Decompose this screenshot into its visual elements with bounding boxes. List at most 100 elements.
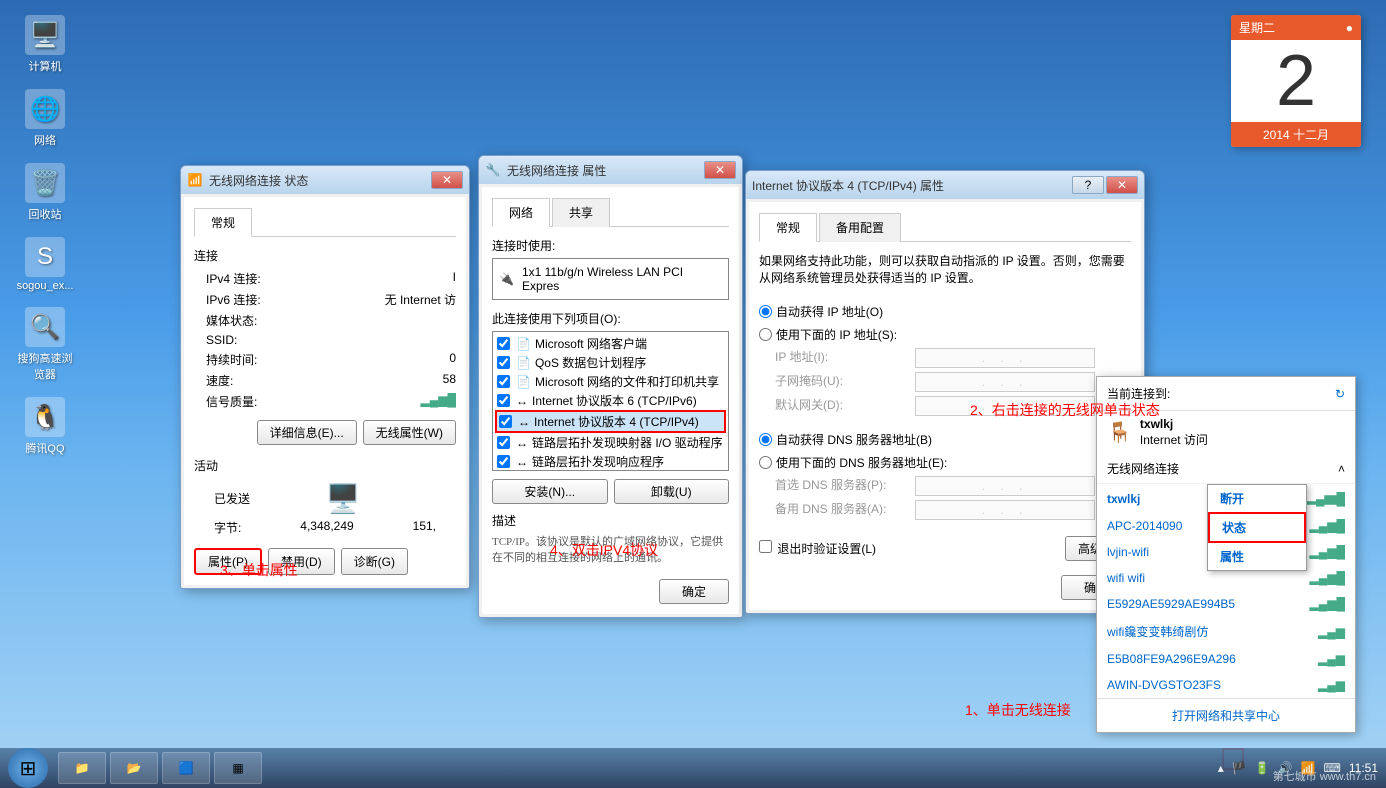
list-item-tcpipv4[interactable]: ↔Internet 协议版本 4 (TCP/IPv4) [495,410,726,433]
desktop-icon-sogou[interactable]: Ssogou_ex... [15,237,75,292]
tab-network[interactable]: 网络 [492,198,550,227]
subnet-mask-input [915,372,1095,392]
calendar-day: 2 [1231,40,1361,122]
list-item[interactable]: 📄Microsoft 网络客户端 [495,334,726,353]
window-title: 无线网络连接 状态 [209,172,431,189]
details-button[interactable]: 详细信息(E)... [257,420,357,445]
adapter-box: 🔌 1x1 11b/g/n Wireless LAN PCI Expres [492,258,729,300]
desktop-icon-recycle[interactable]: 🗑️回收站 [15,163,75,222]
section-activity: 活动 [194,457,456,474]
recycle-bin-icon: 🗑️ [25,163,65,203]
network-item-connected[interactable]: txwlkj 已连接 ▂▄▆█ 断开 状态 属性 [1097,484,1355,513]
network-item[interactable]: AWIN-DVGSTO23FS▂▄▆ [1097,672,1355,698]
tray-flag-icon[interactable]: 🏴 [1232,761,1247,775]
calendar-month-year: 2014 十二月 [1231,122,1361,147]
desktop-icon-computer[interactable]: 🖥️计算机 [15,15,75,74]
window-title: Internet 协议版本 4 (TCP/IPv4) 属性 [752,177,1072,194]
alternate-dns-input [915,500,1095,520]
refresh-icon[interactable]: ↻ [1335,387,1345,401]
context-properties[interactable]: 属性 [1208,543,1306,570]
signal-icon: ▂▄▆█ [1310,519,1345,533]
signal-icon: ▂▄▆█ [1304,492,1345,506]
annotation-1: 1、单击无线连接 [965,700,1071,720]
annotation-2: 2、右击连接的无线网单击状态 [970,400,1160,420]
bench-icon: 🪑 [1107,420,1132,445]
diagnose-button[interactable]: 诊断(G) [341,548,408,575]
titlebar[interactable]: Internet 协议版本 4 (TCP/IPv4) 属性 ? ✕ [746,171,1144,199]
annotation-3: 3、单击属性 [220,560,298,580]
tray-up-icon[interactable]: ▴ [1218,761,1224,775]
taskbar-explorer[interactable]: 📁 [58,752,106,784]
validate-checkbox[interactable] [759,540,772,553]
desktop-icon-network[interactable]: 🌐网络 [15,89,75,148]
start-button[interactable]: ⊞ [8,748,48,788]
list-item[interactable]: 📄QoS 数据包计划程序 [495,353,726,372]
titlebar[interactable]: 📶 无线网络连接 状态 ✕ [181,166,469,194]
tab-general[interactable]: 常规 [194,208,252,237]
signal-icon: ▂▄▆█ [1310,571,1345,585]
radio-manual-dns[interactable] [759,456,772,469]
sogou-icon: S [25,237,65,277]
signal-bars-icon: ▂▄▆█ [306,393,456,410]
close-button[interactable]: ✕ [431,171,463,189]
properties-icon: 🔧 [485,162,501,178]
tab-general[interactable]: 常规 [759,213,817,242]
network-icon: 🌐 [25,89,65,129]
window-title: 无线网络连接 属性 [507,162,704,179]
computer-icon: 🖥️ [25,15,65,55]
calendar-pin-icon: ● [1346,21,1353,35]
annotation-4: 4、双击IPV4协议 [550,540,658,560]
taskbar-app[interactable]: 🟦 [162,752,210,784]
section-connection: 连接 [194,247,456,264]
network-item[interactable]: E5B08FE9A296E9A296▂▄▆ [1097,646,1355,672]
context-disconnect[interactable]: 断开 [1208,485,1306,512]
help-button[interactable]: ? [1072,176,1104,194]
tab-alternate[interactable]: 备用配置 [819,213,901,242]
install-button[interactable]: 安装(N)... [492,479,608,504]
list-item[interactable]: 📄Microsoft 网络的文件和打印机共享 [495,372,726,391]
network-item[interactable]: wifi鑱变变韩绮剧仿▂▄▆ [1097,617,1355,646]
uninstall-button[interactable]: 卸载(U) [614,479,730,504]
signal-icon: ▂▄▆█ [1310,545,1345,559]
watermark: 第七城市 www.th7.cn [1273,768,1376,784]
network-item[interactable]: E5929AE5929AE994B5▂▄▆█ [1097,591,1355,617]
open-network-center-link[interactable]: 打开网络和共享中心 [1172,709,1280,723]
signal-icon: ▂▄▆█ [1310,597,1345,611]
network-list[interactable]: txwlkj 已连接 ▂▄▆█ 断开 状态 属性 APC-2014090▂▄▆█… [1097,484,1355,698]
items-list[interactable]: 📄Microsoft 网络客户端 📄QoS 数据包计划程序 📄Microsoft… [492,331,729,471]
taskbar-app2[interactable]: ▦ [214,752,262,784]
current-network-status: Internet 访问 [1140,431,1208,448]
context-menu: 断开 状态 属性 [1207,484,1307,571]
ip-address-input [915,348,1095,368]
context-status[interactable]: 状态 [1208,512,1306,543]
close-button[interactable]: ✕ [1106,176,1138,194]
calendar-weekday: 星期二 [1239,19,1275,36]
radio-manual-ip[interactable] [759,328,772,341]
signal-icon: ▂▄▆ [1318,625,1345,639]
signal-icon: ▂▄▆ [1318,678,1345,692]
close-button[interactable]: ✕ [704,161,736,179]
wifi-icon: 📶 [187,172,203,188]
wireless-properties-button[interactable]: 无线属性(W) [363,420,456,445]
taskbar-folder[interactable]: 📂 [110,752,158,784]
network-flyout: 当前连接到: ↻ 🪑 txwlkj Internet 访问 无线网络连接 ˄ t… [1096,376,1356,733]
radio-auto-dns[interactable] [759,433,772,446]
titlebar[interactable]: 🔧 无线网络连接 属性 ✕ [479,156,742,184]
tcpip-properties-window: Internet 协议版本 4 (TCP/IPv4) 属性 ? ✕ 常规 备用配… [745,170,1145,614]
tab-sharing[interactable]: 共享 [552,198,610,227]
chevron-up-icon[interactable]: ˄ [1338,462,1345,476]
browser-icon: 🔍 [25,307,65,347]
list-item[interactable]: ↔Internet 协议版本 6 (TCP/IPv6) [495,391,726,410]
ok-button[interactable]: 确定 [659,579,729,604]
desktop-icons: 🖥️计算机 🌐网络 🗑️回收站 Ssogou_ex... 🔍搜狗高速浏览器 🐧腾… [15,15,75,456]
radio-auto-ip[interactable] [759,305,772,318]
activity-icon: 🖥️ [326,482,361,515]
desktop-icon-qq[interactable]: 🐧腾讯QQ [15,397,75,456]
list-item[interactable]: ↔链路层拓扑发现映射器 I/O 驱动程序 [495,433,726,452]
signal-icon: ▂▄▆ [1318,652,1345,666]
list-item[interactable]: ↔链路层拓扑发现响应程序 [495,452,726,471]
adapter-icon: 🔌 [499,272,514,286]
tray-battery-icon[interactable]: 🔋 [1255,761,1270,775]
desktop-icon-browser[interactable]: 🔍搜狗高速浏览器 [15,307,75,382]
preferred-dns-input [915,476,1095,496]
